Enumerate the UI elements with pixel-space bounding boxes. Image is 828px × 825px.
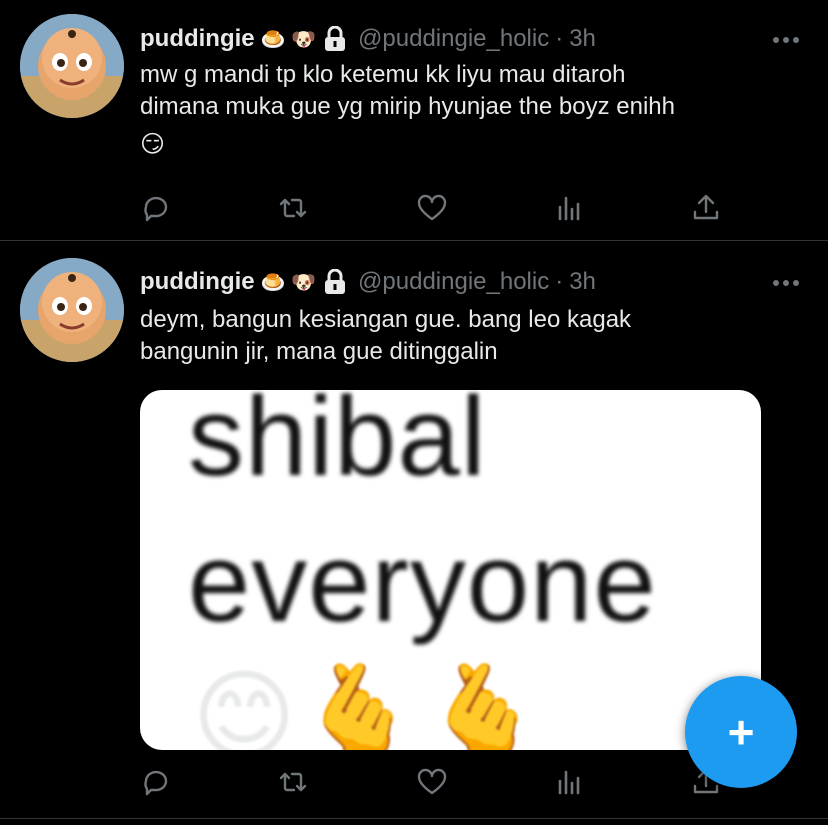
views-icon[interactable]: [554, 766, 586, 798]
name-emojis: 🍮 🐶: [260, 271, 317, 294]
lock-icon: [324, 268, 346, 295]
display-name[interactable]: puddingie: [140, 268, 255, 296]
avatar[interactable]: [20, 258, 124, 362]
user-handle[interactable]: @puddingie_holic: [358, 25, 549, 53]
tweet[interactable]: puddingie 🍮 🐶 @puddingie_holic · 3h mw g…: [0, 0, 828, 240]
media-text: shibal: [188, 390, 487, 499]
reply-icon[interactable]: [140, 766, 172, 798]
reply-icon[interactable]: [140, 192, 172, 224]
like-icon[interactable]: [416, 766, 448, 798]
timestamp[interactable]: 3h: [569, 25, 596, 53]
more-icon[interactable]: [772, 275, 800, 286]
tweet-divider: [0, 818, 828, 819]
timestamp[interactable]: 3h: [569, 268, 596, 296]
media-emojis: 😊🫰🫰: [192, 661, 546, 750]
retweet-icon[interactable]: [277, 766, 309, 798]
tweet-text-line: deym, bangun kesiangan gue. bang leo kag…: [140, 306, 632, 333]
tweet-divider: [0, 240, 828, 241]
media-text: everyone: [188, 520, 657, 645]
avatar-image: [20, 14, 124, 118]
separator: ·: [555, 25, 564, 52]
avatar[interactable]: [20, 14, 124, 118]
tweet-actions: [140, 766, 740, 798]
share-icon[interactable]: [690, 192, 722, 224]
display-name[interactable]: puddingie: [140, 25, 255, 53]
views-icon[interactable]: [554, 192, 586, 224]
tweet-text: mw g mandi tp klo ketemu kk liyu mau dit…: [140, 59, 780, 161]
separator: ·: [555, 268, 564, 295]
user-handle[interactable]: @puddingie_holic: [358, 268, 549, 296]
more-icon[interactable]: [772, 32, 800, 43]
compose-button[interactable]: +: [685, 676, 797, 788]
tweet-header: puddingie 🍮 🐶 @puddingie_holic · 3h: [140, 264, 596, 300]
avatar-image: [20, 258, 124, 362]
tweet-text: deym, bangun kesiangan gue. bang leo kag…: [140, 304, 780, 368]
tweet-text-emoji: 😏: [140, 131, 166, 158]
tweet-text-line: mw g mandi tp klo ketemu kk liyu mau dit…: [140, 61, 626, 88]
tweet-text-line: dimana muka gue yg mirip hyunjae the boy…: [140, 93, 675, 120]
lock-icon: [324, 25, 346, 52]
name-emojis: 🍮 🐶: [260, 28, 317, 51]
compose-plus-icon: +: [727, 706, 755, 758]
tweet-header: puddingie 🍮 🐶 @puddingie_holic · 3h: [140, 21, 596, 57]
tweet-media-image[interactable]: shibal everyone 😊🫰🫰: [140, 390, 761, 750]
retweet-icon[interactable]: [277, 192, 309, 224]
tweet-actions: [140, 192, 740, 224]
tweet-text-line: bangunin jir, mana gue ditinggalin: [140, 338, 498, 365]
like-icon[interactable]: [416, 192, 448, 224]
